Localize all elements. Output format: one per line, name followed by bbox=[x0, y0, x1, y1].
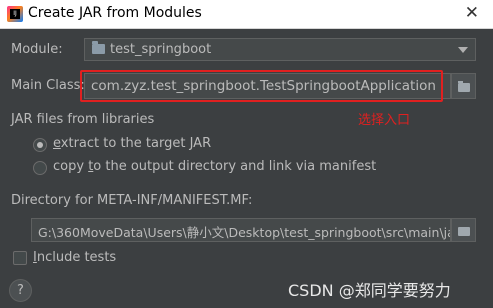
browse-folder-icon bbox=[458, 227, 470, 236]
app-icon-text: IJ bbox=[10, 9, 20, 19]
chevron-down-icon[interactable] bbox=[458, 47, 468, 53]
include-tests-label[interactable]: Include tests bbox=[33, 250, 116, 265]
directory-browse-button[interactable] bbox=[451, 218, 476, 242]
extract-option-label[interactable]: extract to the target JAR bbox=[53, 136, 211, 151]
title-bar: IJ Create JAR from Modules ✕ bbox=[0, 0, 493, 29]
copy-option-rest: o the output directory and link via mani… bbox=[93, 159, 377, 174]
main-class-browse-button[interactable] bbox=[451, 73, 476, 99]
extract-option-mnemonic: e bbox=[53, 136, 61, 151]
copy-option-prefix: copy bbox=[53, 159, 89, 174]
copy-radio[interactable] bbox=[33, 161, 47, 175]
directory-label: Directory for META-INF/MANIFEST.MF: bbox=[11, 193, 253, 208]
include-tests-checkbox[interactable] bbox=[13, 251, 27, 265]
copy-option-label[interactable]: copy to the output directory and link vi… bbox=[53, 159, 376, 174]
include-tests-rest: nclude tests bbox=[36, 250, 117, 265]
module-label: Module: bbox=[11, 42, 63, 57]
annotation-text: 选择入口 bbox=[358, 113, 411, 128]
highlight-box bbox=[80, 70, 443, 102]
watermark: CSDN @郑同学要努力 bbox=[288, 281, 451, 300]
directory-value: G:\360MoveData\Users\静小文\Desktop\test_sp… bbox=[38, 225, 451, 240]
folder-icon bbox=[92, 41, 105, 54]
extract-option-rest: xtract to the target JAR bbox=[60, 136, 212, 151]
libraries-section-label: JAR files from libraries bbox=[11, 112, 155, 127]
module-value: test_springboot bbox=[110, 42, 212, 57]
browse-folder-icon bbox=[458, 81, 470, 92]
app-icon: IJ bbox=[7, 6, 23, 22]
module-combobox[interactable]: test_springboot bbox=[84, 38, 476, 61]
directory-field[interactable]: G:\360MoveData\Users\静小文\Desktop\test_sp… bbox=[31, 218, 451, 242]
extract-radio[interactable] bbox=[33, 138, 47, 152]
window-title: Create JAR from Modules bbox=[28, 5, 202, 21]
help-icon[interactable]: ? bbox=[9, 279, 32, 302]
close-icon[interactable]: ✕ bbox=[465, 3, 479, 23]
main-class-label: Main Class: bbox=[11, 78, 85, 93]
